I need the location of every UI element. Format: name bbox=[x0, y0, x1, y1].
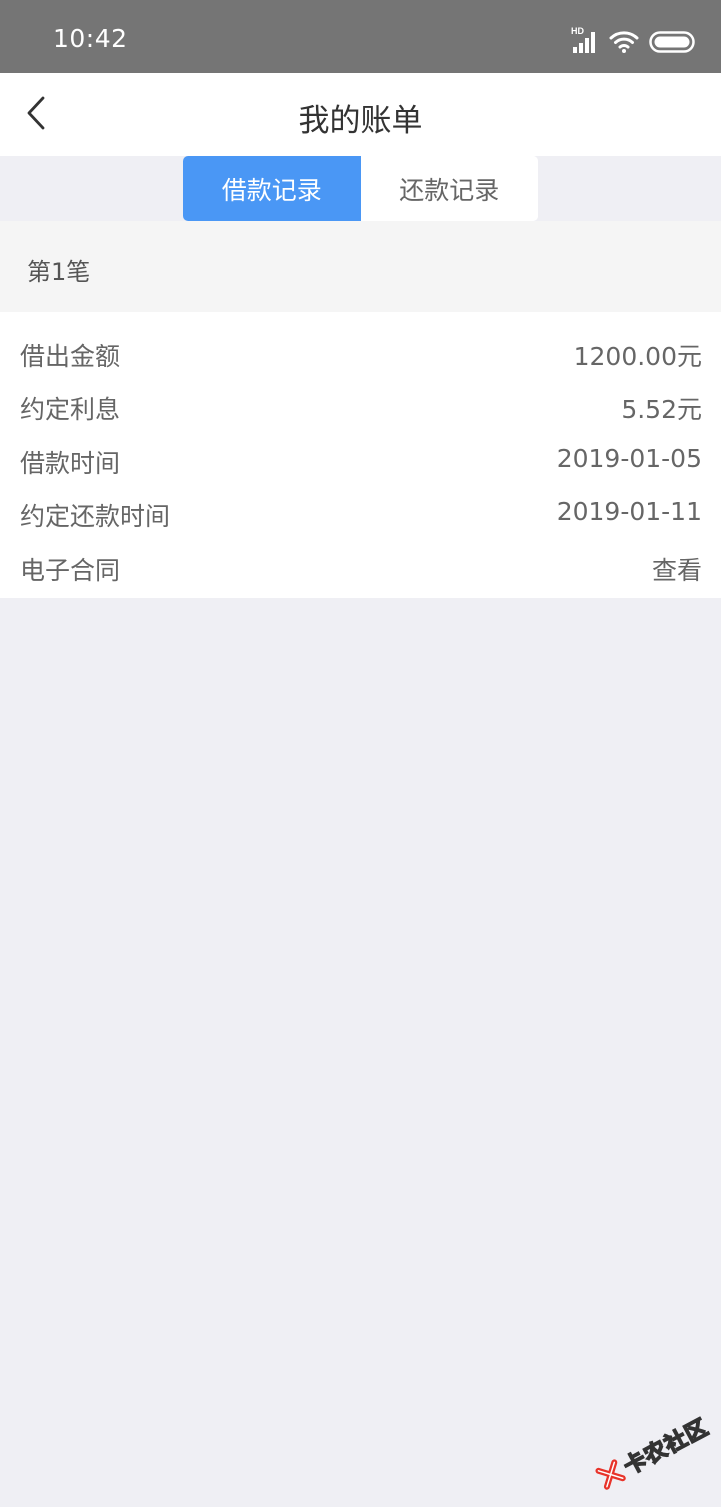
detail-row-amount: 借出金额 1200.00元 bbox=[0, 326, 721, 379]
detail-label: 约定利息 bbox=[20, 395, 121, 424]
loan-details: 借出金额 1200.00元 约定利息 5.52元 借款时间 2019-01-05… bbox=[0, 312, 721, 598]
detail-value: 1200.00元 bbox=[573, 342, 702, 371]
detail-value: 2019-01-05 bbox=[556, 444, 702, 473]
loan-section-header: 第1笔 bbox=[0, 221, 721, 312]
detail-label: 电子合同 bbox=[20, 556, 121, 585]
detail-label: 借出金额 bbox=[20, 342, 121, 371]
view-contract-link[interactable]: 查看 bbox=[652, 551, 702, 587]
status-bar: 10:42 HD bbox=[0, 0, 721, 73]
watermark: 卡农社区 bbox=[586, 1397, 720, 1506]
detail-label: 约定还款时间 bbox=[20, 502, 171, 531]
watermark-text: 卡农社区 bbox=[619, 1414, 714, 1481]
status-icons: HD bbox=[571, 26, 695, 57]
tab-strip: 借款记录 还款记录 bbox=[0, 156, 721, 221]
loan-number: 第1笔 bbox=[27, 258, 91, 286]
detail-row-loan-date: 借款时间 2019-01-05 bbox=[0, 433, 721, 486]
detail-row-interest: 约定利息 5.52元 bbox=[0, 379, 721, 432]
wifi-icon bbox=[609, 30, 639, 54]
detail-value: 5.52元 bbox=[621, 395, 702, 424]
signal-icon: HD bbox=[571, 26, 599, 55]
status-time: 10:42 bbox=[53, 24, 128, 53]
detail-label: 借款时间 bbox=[20, 449, 121, 478]
detail-value: 2019-01-11 bbox=[556, 497, 702, 526]
tab-repayment-records[interactable]: 还款记录 bbox=[360, 156, 538, 221]
nav-bar: 我的账单 bbox=[0, 73, 721, 156]
page-title: 我的账单 bbox=[298, 103, 423, 139]
record-tabs: 借款记录 还款记录 bbox=[183, 156, 538, 221]
detail-row-due-date: 约定还款时间 2019-01-11 bbox=[0, 486, 721, 539]
detail-row-contract: 电子合同 查看 bbox=[0, 540, 721, 593]
battery-icon bbox=[649, 31, 695, 53]
tab-loan-records[interactable]: 借款记录 bbox=[183, 156, 361, 221]
